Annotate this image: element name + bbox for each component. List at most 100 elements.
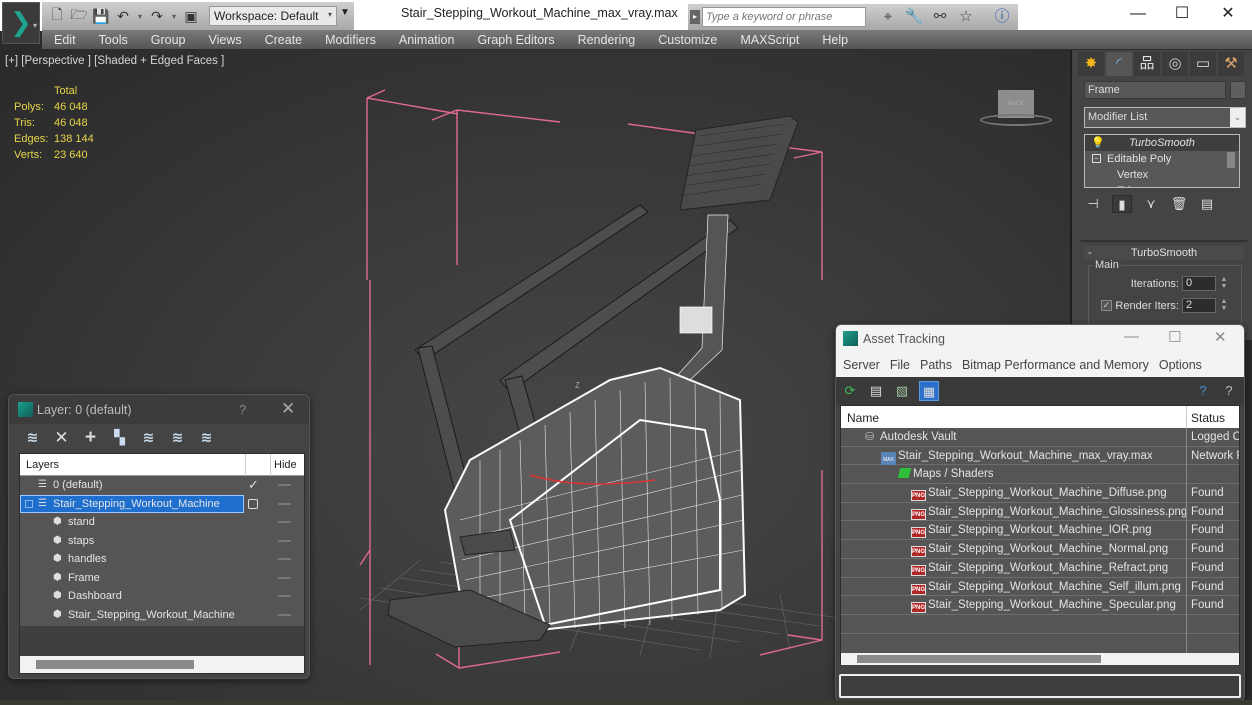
collapse-icon[interactable] bbox=[25, 499, 33, 508]
asset-row[interactable]: PNG Stair_Stepping_Workout_Machine_Refrac… bbox=[841, 558, 1239, 578]
close-button[interactable]: ✕ bbox=[281, 399, 295, 419]
asset-path-field[interactable] bbox=[839, 674, 1241, 698]
asset-row[interactable]: Maps / Shaders bbox=[841, 465, 1239, 485]
open-icon[interactable]: 🗁 bbox=[70, 6, 88, 25]
freeze-layers-icon[interactable]: ≋ bbox=[197, 428, 216, 447]
project-folder-icon[interactable]: ▣ bbox=[182, 7, 200, 25]
undo-dropdown-icon[interactable]: ▾ bbox=[136, 7, 144, 25]
object-row[interactable]: ⬢ Dashboard bbox=[20, 587, 304, 606]
add-to-layer-icon[interactable]: + bbox=[81, 428, 100, 447]
dialog-title-bar[interactable]: Layer: 0 (default) ? ✕ bbox=[9, 395, 309, 424]
hide-toggle[interactable] bbox=[278, 595, 291, 597]
menu-rendering[interactable]: Rendering bbox=[578, 33, 636, 47]
menu-edit[interactable]: Edit bbox=[54, 33, 76, 47]
render-iters-input[interactable]: 2 bbox=[1182, 298, 1216, 313]
close-button[interactable]: ✕ bbox=[1205, 2, 1251, 26]
viewcube-compass[interactable] bbox=[980, 114, 1052, 126]
configure-sets-icon[interactable]: ▤ bbox=[1198, 195, 1216, 213]
menu-bitmap-performance[interactable]: Bitmap Performance and Memory bbox=[962, 358, 1149, 372]
new-icon[interactable]: 🗋 bbox=[48, 6, 66, 25]
application-menu-button[interactable]: ❯ ▾ bbox=[2, 2, 40, 44]
utilities-tab[interactable]: ⚒ bbox=[1218, 52, 1244, 76]
hide-toggle[interactable] bbox=[278, 521, 291, 523]
render-iters-checkbox[interactable]: ✓ bbox=[1101, 300, 1112, 311]
object-name-field[interactable]: Frame bbox=[1084, 81, 1226, 99]
stack-item-editable-poly[interactable]: − Editable Poly bbox=[1085, 151, 1239, 167]
menu-options[interactable]: Options bbox=[1159, 358, 1202, 372]
horizontal-scrollbar[interactable] bbox=[20, 656, 304, 673]
hide-toggle[interactable] bbox=[278, 613, 291, 616]
layer-row-stair-stepping[interactable]: ☰ Stair_Stepping_Workout_Machine bbox=[20, 494, 304, 514]
asset-row[interactable]: PNG Stair_Stepping_Workout_Machine_Diffus… bbox=[841, 484, 1239, 504]
select-layer-icon[interactable]: ≋ bbox=[139, 428, 158, 447]
delete-layer-icon[interactable]: ✕ bbox=[52, 428, 71, 447]
scrollbar-thumb[interactable] bbox=[36, 660, 194, 669]
redo-dropdown-icon[interactable]: ▾ bbox=[170, 7, 178, 25]
context-help-icon[interactable]: ? bbox=[1219, 381, 1239, 401]
menu-file[interactable]: File bbox=[890, 358, 910, 372]
render-iters-spinner[interactable]: ▲ ▼ bbox=[1219, 298, 1229, 313]
horizontal-scrollbar[interactable] bbox=[841, 653, 1239, 665]
column-status[interactable]: Status bbox=[1191, 411, 1225, 425]
undo-icon[interactable]: ↶ bbox=[114, 7, 132, 25]
menu-graph-editors[interactable]: Graph Editors bbox=[477, 33, 554, 47]
menu-server[interactable]: Server bbox=[843, 358, 880, 372]
stack-item-edge[interactable]: Edge bbox=[1085, 183, 1239, 187]
expand-search-icon[interactable]: ▸ bbox=[690, 10, 700, 24]
asset-row[interactable]: MAX Stair_Stepping_Workout_Machine_max_vr… bbox=[841, 446, 1239, 466]
binoculars-icon[interactable]: ⌖ bbox=[878, 7, 898, 27]
minimize-button[interactable]: — bbox=[1124, 328, 1139, 345]
satellite-icon[interactable]: ⚯ bbox=[930, 7, 950, 27]
hide-toggle[interactable] bbox=[278, 539, 291, 542]
hierarchy-tab[interactable]: 品 bbox=[1134, 52, 1160, 76]
hide-toggle[interactable] bbox=[278, 558, 291, 560]
current-layer-checkmark-icon[interactable]: ✓ bbox=[248, 476, 259, 494]
workspace-selector[interactable]: Workspace: Default ▾ bbox=[209, 6, 337, 26]
maximize-button[interactable]: ☐ bbox=[1168, 328, 1181, 346]
hide-toggle[interactable] bbox=[278, 502, 291, 505]
scrollbar-thumb[interactable] bbox=[857, 655, 1101, 663]
list-view-icon[interactable]: ▤ bbox=[866, 381, 886, 401]
column-layers[interactable]: Layers bbox=[26, 459, 59, 471]
asset-row[interactable]: PNG Stair_Stepping_Workout_Machine_IOR.pn… bbox=[841, 521, 1239, 541]
wrench-icon[interactable]: 🔧 bbox=[904, 7, 924, 27]
stack-scrollbar[interactable] bbox=[1227, 152, 1235, 168]
set-current-checkbox[interactable] bbox=[248, 498, 258, 509]
pin-stack-icon[interactable]: ⊣ bbox=[1084, 195, 1102, 213]
help-button[interactable]: ? bbox=[239, 402, 246, 417]
asset-row[interactable]: PNG Stair_Stepping_Workout_Machine_Self_i… bbox=[841, 577, 1239, 597]
modifier-list-dropdown[interactable]: Modifier List ⌄ bbox=[1084, 107, 1246, 128]
table-view-icon[interactable]: ▦ bbox=[919, 381, 939, 401]
menu-group[interactable]: Group bbox=[151, 33, 186, 47]
menu-animation[interactable]: Animation bbox=[399, 33, 455, 47]
close-button[interactable]: ✕ bbox=[1214, 328, 1227, 346]
collapse-icon[interactable]: − bbox=[1092, 154, 1101, 163]
help-icon[interactable]: ? bbox=[1193, 381, 1213, 401]
object-row[interactable]: ⬢ Frame bbox=[20, 569, 304, 588]
hide-toggle[interactable] bbox=[278, 484, 291, 486]
asset-row[interactable]: PNG Stair_Stepping_Workout_Machine_Normal… bbox=[841, 540, 1239, 560]
object-row[interactable]: ⬢ handles bbox=[20, 550, 304, 569]
viewcube[interactable]: BACK bbox=[976, 90, 1056, 130]
column-hide[interactable]: Hide bbox=[274, 459, 297, 471]
create-tab[interactable]: ✸ bbox=[1078, 52, 1104, 76]
layer-row-default[interactable]: ☰ 0 (default) ✓ bbox=[20, 476, 304, 495]
stack-item-turbosmooth[interactable]: 💡 TurboSmooth bbox=[1085, 135, 1239, 151]
asset-row[interactable]: PNG Stair_Stepping_Workout_Machine_Specul… bbox=[841, 596, 1239, 616]
hide-layers-icon[interactable]: ≋ bbox=[168, 428, 187, 447]
rollout-header[interactable]: - TurboSmooth bbox=[1084, 246, 1244, 260]
column-name[interactable]: Name bbox=[847, 411, 879, 425]
dialog-title-bar[interactable]: Asset Tracking — ☐ ✕ bbox=[836, 325, 1244, 353]
menu-views[interactable]: Views bbox=[208, 33, 241, 47]
search-input[interactable] bbox=[702, 7, 866, 27]
iterations-input[interactable]: 0 bbox=[1182, 276, 1216, 291]
menu-help[interactable]: Help bbox=[822, 33, 848, 47]
motion-tab[interactable]: ◎ bbox=[1162, 52, 1188, 76]
lightbulb-icon[interactable]: 💡 bbox=[1091, 135, 1105, 151]
object-row[interactable]: ⬢ stand bbox=[20, 513, 304, 532]
asset-row[interactable]: ⛁ Autodesk Vault Logged Out bbox=[841, 428, 1239, 447]
asset-row[interactable]: PNG Stair_Stepping_Workout_Machine_Glossi… bbox=[841, 502, 1239, 522]
stack-item-vertex[interactable]: Vertex bbox=[1085, 167, 1239, 183]
menu-customize[interactable]: Customize bbox=[658, 33, 717, 47]
object-row[interactable]: ⬢ staps bbox=[20, 532, 304, 551]
